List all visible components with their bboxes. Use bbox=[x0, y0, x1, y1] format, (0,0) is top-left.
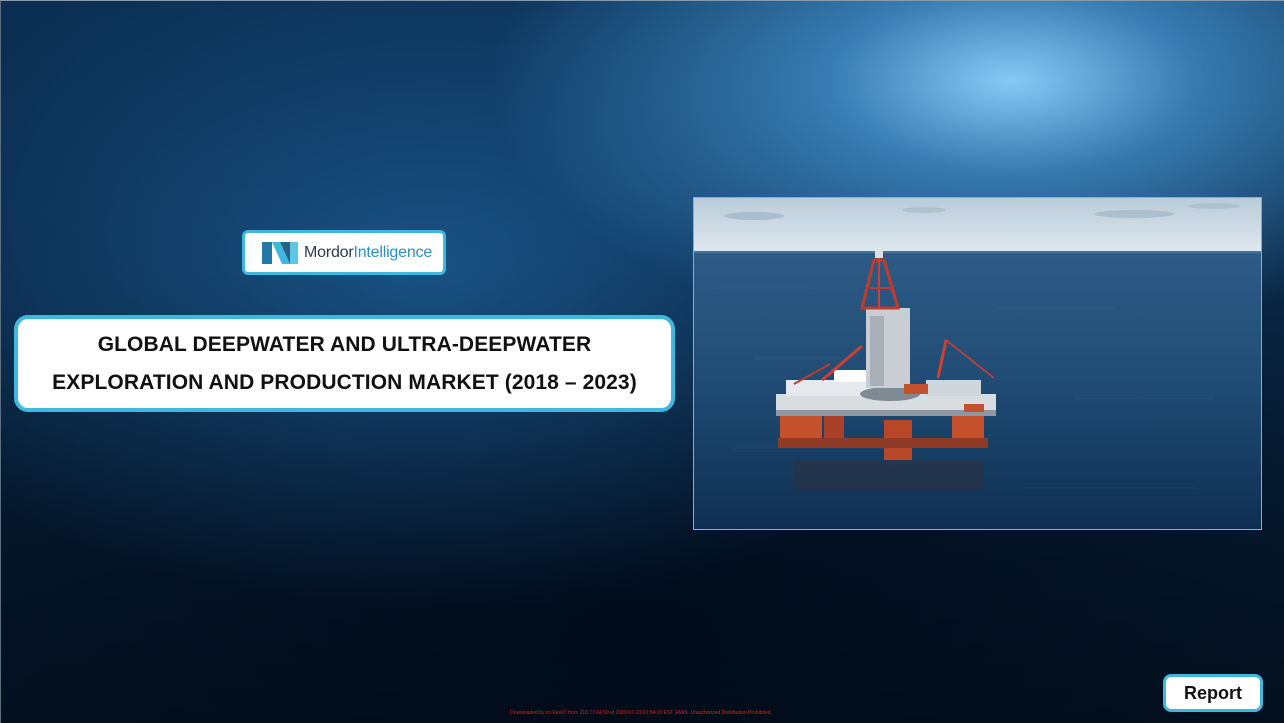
slide: MordorIntelligence GLOBAL DEEPWATER AND … bbox=[0, 0, 1284, 723]
logo-text: MordorIntelligence bbox=[304, 244, 432, 262]
mordor-intelligence-logo-icon bbox=[262, 241, 298, 264]
report-button[interactable]: Report bbox=[1163, 674, 1263, 712]
report-title-line1: GLOBAL DEEPWATER AND ULTRA-DEEPWATER bbox=[97, 332, 592, 356]
offshore-drilling-rig-image bbox=[694, 198, 1261, 529]
report-title-line2: EXPLORATION AND PRODUCTION MARKET (2018 … bbox=[52, 370, 637, 394]
logo-badge: MordorIntelligence bbox=[242, 230, 446, 275]
logo-brand-second: Intelligence bbox=[353, 243, 433, 261]
report-title: GLOBAL DEEPWATER AND ULTRA-DEEPWATER EXP… bbox=[52, 326, 637, 402]
download-notice: Downloaded by cn-6ee07 from 218.77.64.50… bbox=[510, 710, 772, 716]
offshore-rig-photo bbox=[693, 197, 1262, 530]
title-card: GLOBAL DEEPWATER AND ULTRA-DEEPWATER EXP… bbox=[14, 315, 675, 412]
logo-brand-first: Mordor bbox=[304, 243, 354, 261]
